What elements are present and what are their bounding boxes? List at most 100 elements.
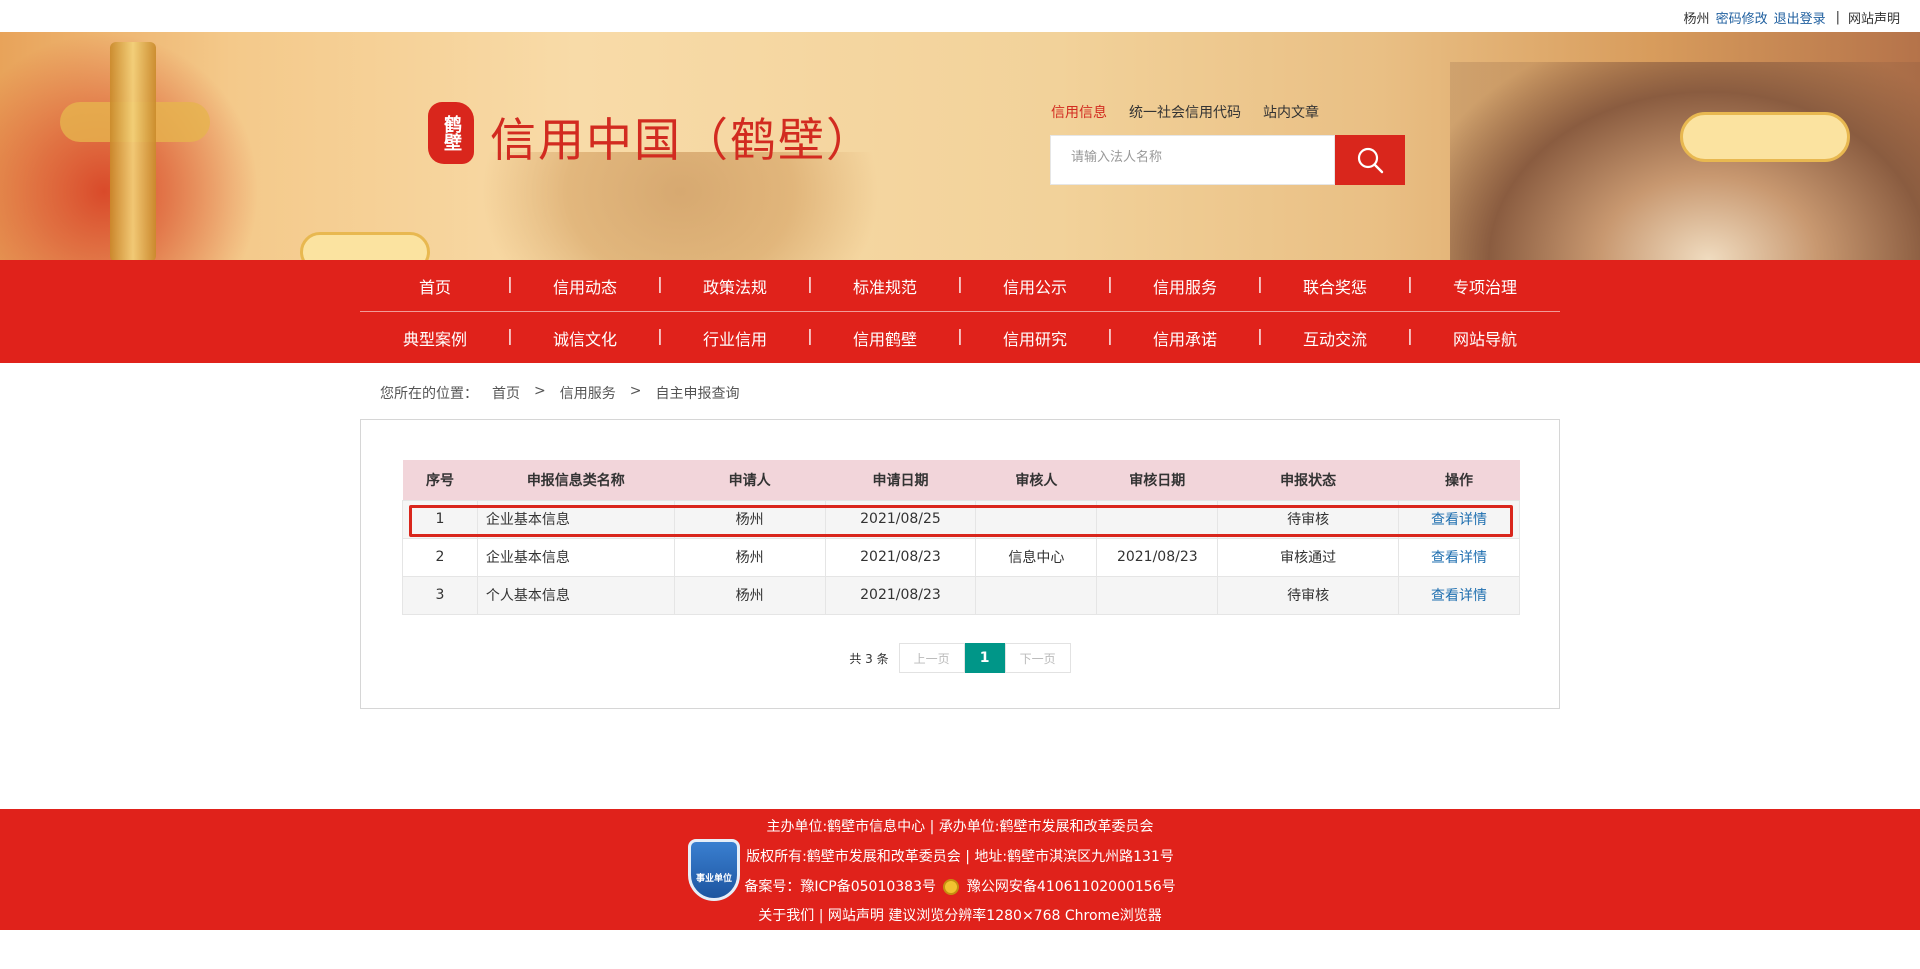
footer-line-record: 备案号：豫ICP备05010383号 豫公网安备41061102000156号 (0, 876, 1920, 896)
search-tabs: 信用信息 统一社会信用代码 站内文章 (1051, 102, 1319, 122)
footer-line-links: 关于我们 | 网站声明 建议浏览分辨率1280×768 Chrome浏览器 (0, 905, 1920, 925)
cell-review-date (1096, 575, 1219, 615)
cell-applicant: 杨州 (673, 499, 826, 539)
search-tab-credit-code[interactable]: 统一社会信用代码 (1129, 102, 1241, 122)
prev-page-button[interactable]: 上一页 (898, 643, 965, 673)
user-links: 杨州 密码修改 退出登录 | 网站声明 (1684, 8, 1900, 27)
topbar-separator: | (1835, 10, 1840, 25)
declaration-table: 序号 申报信息类名称 申请人 申请日期 审核人 审核日期 申报状态 操作 1 企… (402, 460, 1520, 615)
nav-item-standards[interactable]: 标准规范 (810, 274, 960, 298)
cell-reviewer (975, 499, 1098, 539)
nav-item-credit-news[interactable]: 信用动态 (510, 274, 660, 298)
column-header-reviewer: 审核人 (975, 460, 1097, 500)
police-emblem-icon (943, 879, 960, 895)
footer-line-host: 主办单位:鹤壁市信息中心 | 承办单位:鹤壁市发展和改革委员会 (0, 816, 1920, 836)
column-header-status: 申报状态 (1217, 460, 1399, 500)
cell-reviewer (975, 575, 1098, 615)
view-details-link[interactable]: 查看详情 (1398, 575, 1520, 615)
search-icon (1357, 147, 1384, 174)
pagination-total: 共 3 条 (849, 651, 889, 666)
cell-status: 待审核 (1217, 499, 1400, 539)
nav-item-policies[interactable]: 政策法规 (660, 274, 810, 298)
cell-reviewer: 信息中心 (975, 537, 1098, 577)
cloud-decoration-left (300, 232, 430, 260)
nav-item-credit-research[interactable]: 信用研究 (960, 326, 1110, 350)
nav-item-home[interactable]: 首页 (360, 274, 510, 298)
footer-about-link[interactable]: 关于我们 (758, 908, 814, 924)
search-input[interactable] (1051, 136, 1334, 184)
cell-no: 1 (402, 499, 478, 539)
nav-item-joint-reward-punish[interactable]: 联合奖惩 (1260, 274, 1410, 298)
breadcrumb-separator: > (629, 383, 642, 399)
footer-icp-link[interactable]: 备案号：豫ICP备05010383号 (744, 879, 936, 895)
top-bar: 杨州 密码修改 退出登录 | 网站声明 (0, 0, 1920, 32)
cell-no: 3 (402, 575, 478, 615)
view-details-link[interactable]: 查看详情 (1398, 499, 1520, 539)
view-details-link[interactable]: 查看详情 (1398, 537, 1520, 577)
column-header-no: 序号 (402, 460, 478, 500)
header-banner (0, 32, 1920, 260)
next-page-button[interactable]: 下一页 (1004, 643, 1071, 673)
cell-apply-date: 2021/08/23 (824, 575, 977, 615)
nav-item-integrity-culture[interactable]: 诚信文化 (510, 326, 660, 350)
breadcrumb-current: 自主申报查询 (655, 386, 740, 402)
breadcrumb-home[interactable]: 首页 (492, 383, 520, 403)
search-tab-credit-info[interactable]: 信用信息 (1051, 102, 1107, 122)
column-header-action: 操作 (1398, 460, 1520, 500)
column-header-applicant: 申请人 (674, 460, 826, 500)
search-tab-articles[interactable]: 站内文章 (1263, 102, 1319, 122)
cell-review-date (1096, 499, 1219, 539)
nav-item-special-governance[interactable]: 专项治理 (1410, 274, 1560, 298)
table-row: 1 企业基本信息 杨州 2021/08/25 待审核 查看详情 (402, 499, 1520, 539)
footer-browser-tip: 建议浏览分辨率1280×768 Chrome浏览器 (888, 908, 1162, 924)
cell-name: 企业基本信息 (476, 499, 675, 539)
search-button[interactable] (1335, 135, 1405, 185)
pagination: 共 3 条 上一页 1 下一页 (361, 643, 1559, 673)
logout-link[interactable]: 退出登录 (1774, 8, 1826, 27)
nav-item-interaction[interactable]: 互动交流 (1260, 326, 1410, 350)
cell-apply-date: 2021/08/23 (824, 537, 977, 577)
cell-status: 待审核 (1217, 575, 1400, 615)
footer-host: 主办单位:鹤壁市信息中心 (766, 819, 926, 835)
search-box (1050, 135, 1335, 185)
cell-name: 个人基本信息 (476, 575, 675, 615)
nav-item-typical-cases[interactable]: 典型案例 (360, 326, 510, 350)
footer-organizer: 承办单位:鹤壁市发展和改革委员会 (938, 819, 1154, 835)
cell-no: 2 (402, 537, 478, 577)
nav-item-credit-hebi[interactable]: 信用鹤壁 (810, 326, 960, 350)
current-page-button[interactable]: 1 (964, 643, 1005, 673)
footer-separator: | (929, 819, 935, 835)
footer-line-copyright: 版权所有:鹤壁市发展和改革委员会 | 地址:鹤壁市淇滨区九州路131号 (0, 846, 1920, 866)
column-header-name: 申报信息类名称 (477, 460, 675, 500)
cell-apply-date: 2021/08/25 (824, 499, 977, 539)
change-password-link[interactable]: 密码修改 (1716, 8, 1768, 27)
nav-item-site-map[interactable]: 网站导航 (1410, 326, 1560, 350)
footer-address: 地址:鹤壁市淇滨区九州路131号 (974, 849, 1174, 865)
cell-name: 企业基本信息 (476, 537, 675, 577)
cell-applicant: 杨州 (673, 575, 826, 615)
nav-row-2: 典型案例 诚信文化 行业信用 信用鹤壁 信用研究 信用承诺 互动交流 网站导航 (360, 312, 1560, 363)
footer-statement-link[interactable]: 网站声明 (828, 908, 884, 924)
cell-status: 审核通过 (1217, 537, 1400, 577)
nav-item-credit-disclosure[interactable]: 信用公示 (960, 274, 1110, 298)
breadcrumb-credit-service[interactable]: 信用服务 (560, 383, 616, 403)
site-statement-link[interactable]: 网站声明 (1848, 8, 1900, 27)
column-header-apply-date: 申请日期 (825, 460, 976, 500)
footer-separator: | (818, 908, 824, 924)
nav-row-1: 首页 信用动态 政策法规 标准规范 信用公示 信用服务 联合奖惩 专项治理 (360, 260, 1560, 312)
nav-item-industry-credit[interactable]: 行业信用 (660, 326, 810, 350)
breadcrumb-separator: > (534, 383, 546, 399)
column-header-review-date: 审核日期 (1096, 460, 1218, 500)
footer-separator: | (965, 849, 970, 865)
site-logo-seal[interactable]: 鹤壁 (428, 102, 474, 164)
nav-item-credit-commitment[interactable]: 信用承诺 (1110, 326, 1260, 350)
footer-police-link[interactable]: 豫公网安备41061102000156号 (967, 879, 1176, 895)
cell-applicant: 杨州 (673, 537, 826, 577)
nav-item-credit-service[interactable]: 信用服务 (1110, 274, 1260, 298)
table-header-row: 序号 申报信息类名称 申请人 申请日期 审核人 审核日期 申报状态 操作 (402, 460, 1520, 500)
breadcrumb: 您所在的位置： 首页 > 信用服务 > 自主申报查询 (380, 383, 739, 403)
main-nav: 首页 信用动态 政策法规 标准规范 信用公示 信用服务 联合奖惩 专项治理 典型… (0, 260, 1920, 363)
footer: 事业单位 主办单位:鹤壁市信息中心 | 承办单位:鹤壁市发展和改革委员会 版权所… (0, 809, 1920, 930)
site-title[interactable]: 信用中国（鹤壁） (490, 104, 874, 170)
footer-copyright: 版权所有:鹤壁市发展和改革委员会 (746, 849, 961, 865)
